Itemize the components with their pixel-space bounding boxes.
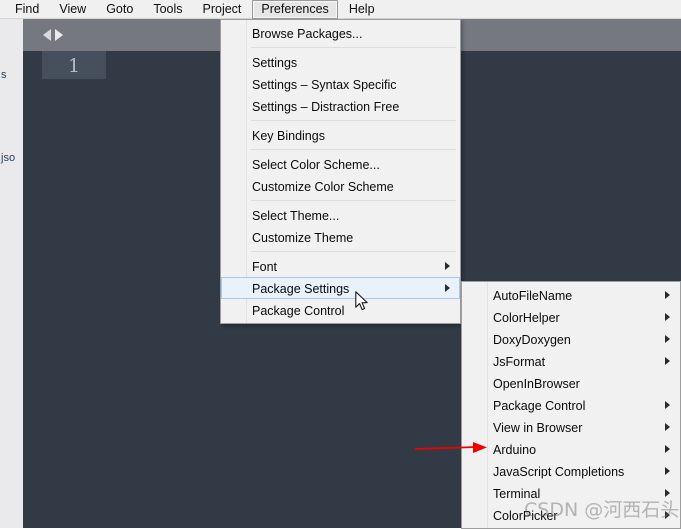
menu-item-label: Settings – Distraction Free: [252, 100, 400, 114]
submenu-item-autofilename[interactable]: AutoFileName: [462, 284, 680, 306]
submenu-arrow-icon: [665, 423, 670, 431]
menu-item-label: ColorPicker: [493, 509, 558, 523]
menu-item-label: JsFormat: [493, 355, 546, 369]
submenu-arrow-icon: [665, 401, 670, 409]
menu-item-label: Browse Packages...: [252, 27, 363, 41]
menu-item-package-settings[interactable]: Package Settings: [221, 277, 460, 299]
menu-item-label: ColorHelper: [493, 311, 560, 325]
menu-item-label: Settings: [252, 56, 298, 70]
preferences-menu-list: Browse Packages... Settings Settings – Syn…: [221, 20, 460, 323]
menu-item-settings-distraction-free[interactable]: Settings – Distraction Free: [221, 95, 460, 117]
submenu-arrow-icon: [665, 357, 670, 365]
menubar-item-goto[interactable]: Goto: [97, 0, 142, 19]
menu-item-label: View in Browser: [493, 421, 583, 435]
menu-item-label: JavaScript Completions: [493, 465, 625, 479]
menu-item-settings[interactable]: Settings: [221, 51, 460, 73]
submenu-arrow-icon: [445, 284, 450, 292]
menubar-item-tools[interactable]: Tools: [144, 0, 191, 19]
submenu-item-arduino[interactable]: Arduino: [462, 438, 680, 460]
submenu-item-terminal[interactable]: Terminal: [462, 482, 680, 504]
menu-separator: [251, 251, 456, 252]
menu-item-package-control[interactable]: Package Control: [221, 299, 460, 321]
chevron-right-icon[interactable]: [55, 29, 63, 41]
sidebar-file-list[interactable]: s jso: [0, 19, 23, 528]
menu-item-font[interactable]: Font: [221, 255, 460, 277]
menu-item-browse-packages[interactable]: Browse Packages...: [221, 22, 460, 44]
menu-item-label: Select Color Scheme...: [252, 158, 380, 172]
menu-item-label: Customize Color Scheme: [252, 180, 394, 194]
menu-item-label: Package Control: [252, 304, 345, 318]
submenu-arrow-icon: [665, 489, 670, 497]
menu-item-label: OpenInBrowser: [493, 377, 580, 391]
menu-item-label: Key Bindings: [252, 129, 325, 143]
menu-separator: [251, 149, 456, 150]
submenu-arrow-icon: [665, 335, 670, 343]
line-number-1: 1: [67, 55, 81, 77]
menubar-item-find[interactable]: Find: [6, 0, 48, 19]
submenu-item-doxydoxygen[interactable]: DoxyDoxygen: [462, 328, 680, 350]
submenu-item-colorpicker[interactable]: ColorPicker: [462, 504, 680, 526]
menubar-item-project[interactable]: Project: [194, 0, 251, 19]
package-settings-menu-list: AutoFileName ColorHelper DoxyDoxygen JsForm…: [462, 282, 680, 528]
menubar-item-view[interactable]: View: [50, 0, 95, 19]
menu-item-customize-color-scheme[interactable]: Customize Color Scheme: [221, 175, 460, 197]
menu-item-settings-syntax-specific[interactable]: Settings – Syntax Specific: [221, 73, 460, 95]
menu-item-customize-theme[interactable]: Customize Theme: [221, 226, 460, 248]
submenu-arrow-icon: [665, 313, 670, 321]
submenu-arrow-icon: [665, 445, 670, 453]
submenu-item-javascript-completions[interactable]: JavaScript Completions: [462, 460, 680, 482]
menu-item-label: DoxyDoxygen: [493, 333, 571, 347]
menu-item-select-theme[interactable]: Select Theme...: [221, 204, 460, 226]
menu-item-label: Package Control: [493, 399, 586, 413]
menu-item-label: Arduino: [493, 443, 537, 457]
menu-separator: [251, 120, 456, 121]
sublime-text-window: Find View Goto Tools Project Preferences Help …: [0, 0, 681, 529]
menu-item-key-bindings[interactable]: Key Bindings: [221, 124, 460, 146]
menu-item-label: Settings – Syntax Specific: [252, 78, 397, 92]
menu-item-label: Customize Theme: [252, 231, 354, 245]
menu-separator: [251, 200, 456, 201]
submenu-item-view-in-browser[interactable]: View in Browser: [462, 416, 680, 438]
submenu-arrow-icon: [665, 467, 670, 475]
package-settings-submenu[interactable]: AutoFileName ColorHelper DoxyDoxygen JsForm…: [461, 281, 681, 529]
menu-item-select-color-scheme[interactable]: Select Color Scheme...: [221, 153, 460, 175]
menu-item-label: AutoFileName: [493, 289, 573, 303]
menu-separator: [251, 47, 456, 48]
tab-navigation[interactable]: [43, 29, 63, 41]
submenu-item-package-control[interactable]: Package Control: [462, 394, 680, 416]
menu-bar: Find View Goto Tools Project Preferences Help: [0, 0, 681, 19]
submenu-item-openinbrowser[interactable]: OpenInBrowser: [462, 372, 680, 394]
menu-item-label: Font: [252, 260, 278, 274]
submenu-arrow-icon: [445, 262, 450, 270]
submenu-arrow-icon: [665, 291, 670, 299]
sidebar-file-entry[interactable]: s: [1, 69, 7, 81]
menu-item-label: Package Settings: [252, 282, 350, 296]
menu-item-label: Terminal: [493, 487, 541, 501]
sidebar-file-entry[interactable]: jso: [1, 152, 15, 164]
menu-item-label: Select Theme...: [252, 209, 340, 223]
chevron-left-icon[interactable]: [43, 29, 51, 41]
menubar-item-help[interactable]: Help: [340, 0, 384, 19]
submenu-item-colorhelper[interactable]: ColorHelper: [462, 306, 680, 328]
submenu-item-jsformat[interactable]: JsFormat: [462, 350, 680, 372]
submenu-arrow-icon: [665, 511, 670, 519]
menubar-item-preferences[interactable]: Preferences: [252, 0, 338, 19]
preferences-dropdown-menu[interactable]: Browse Packages... Settings Settings – Syn…: [220, 19, 461, 324]
